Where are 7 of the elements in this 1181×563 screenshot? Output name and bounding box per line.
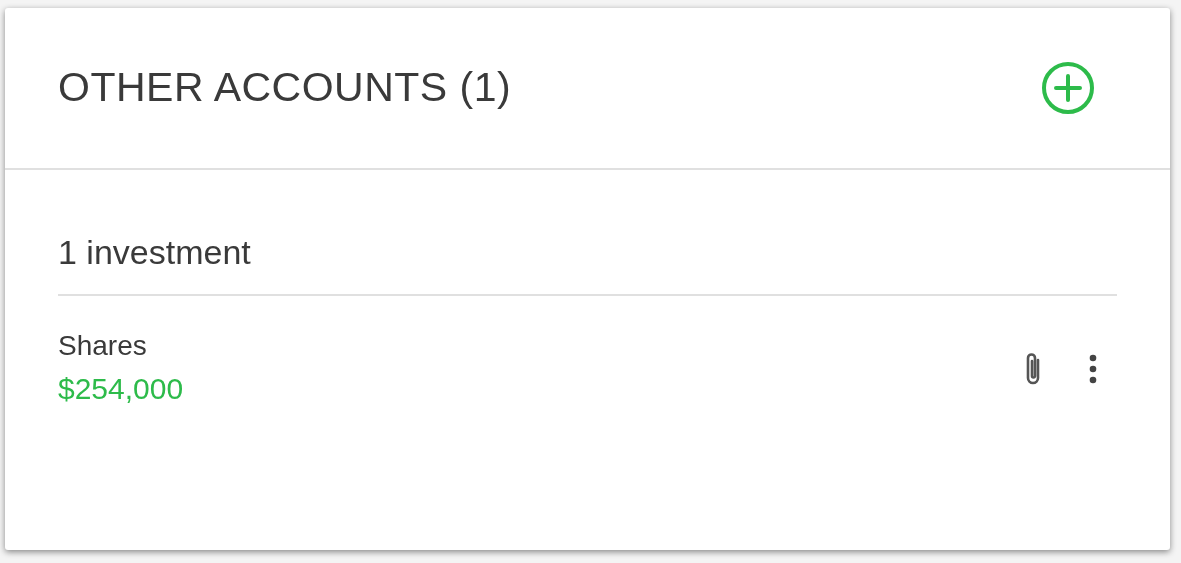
more-button[interactable]	[1089, 354, 1097, 384]
item-value: $254,000	[58, 371, 184, 407]
add-icon	[1041, 61, 1095, 115]
card-title: OTHER ACCOUNTS (1)	[58, 63, 512, 113]
item-name: Shares	[58, 329, 148, 363]
section-heading: 1 investment	[58, 232, 251, 273]
more-icon	[1089, 354, 1097, 384]
